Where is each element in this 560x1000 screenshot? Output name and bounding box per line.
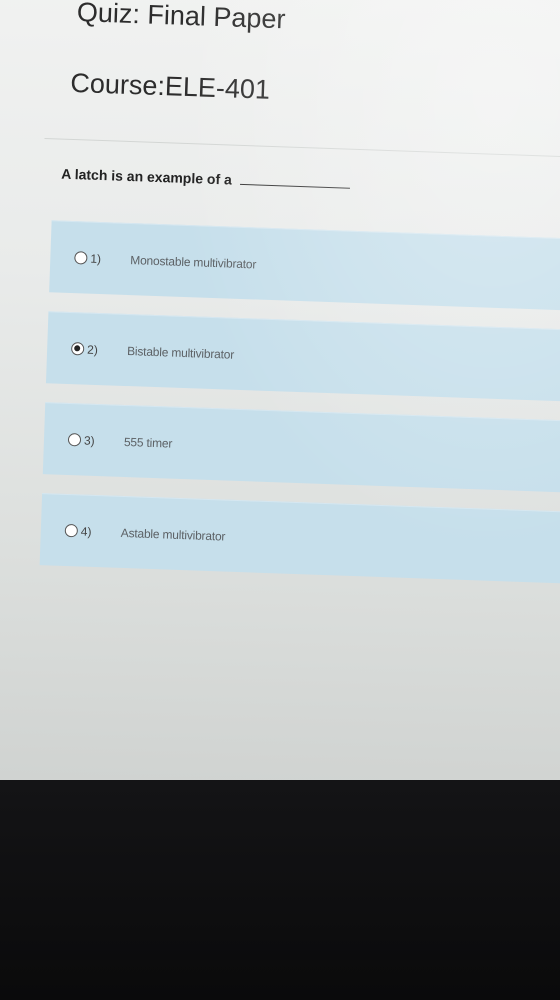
answer-option-2[interactable]: 2) Bistable multivibrator (45, 311, 560, 403)
course-label: Course:ELE-401 (69, 67, 271, 105)
radio-button-1[interactable] (74, 251, 88, 265)
option-label: Monostable multivibrator (130, 252, 257, 271)
quiz-page: Quiz: Final Paper Course:ELE-401 A latch… (0, 0, 560, 816)
answer-option-3[interactable]: 3) 555 timer (42, 402, 560, 493)
header-divider (44, 137, 560, 159)
answer-blank (239, 183, 350, 189)
option-number: 2) (86, 342, 99, 357)
photo-of-monitor: Quiz: Final Paper Course:ELE-401 A latch… (0, 0, 560, 1000)
radio-button-2-selected[interactable] (70, 342, 85, 356)
answer-option-4[interactable]: 4) Astable multivibrator (39, 493, 560, 584)
option-label: Astable multivibrator (120, 525, 226, 544)
monitor-bezel (0, 780, 560, 1000)
option-label: Bistable multivibrator (126, 343, 235, 362)
option-number: 1) (90, 251, 102, 266)
option-number: 3) (83, 433, 95, 448)
radio-button-3[interactable] (67, 433, 82, 447)
question-prompt: A latch is an example of a (61, 166, 350, 192)
radio-button-4[interactable] (64, 523, 79, 538)
answer-option-1[interactable]: 1) Monostable multivibrator (49, 220, 560, 312)
option-number: 4) (80, 524, 92, 539)
question-text: A latch is an example of a (61, 165, 233, 188)
option-label: 555 timer (123, 434, 173, 451)
quiz-title: Quiz: Final Paper (76, 0, 286, 35)
answer-options: 1) Monostable multivibrator 2) Bistable … (39, 220, 560, 603)
